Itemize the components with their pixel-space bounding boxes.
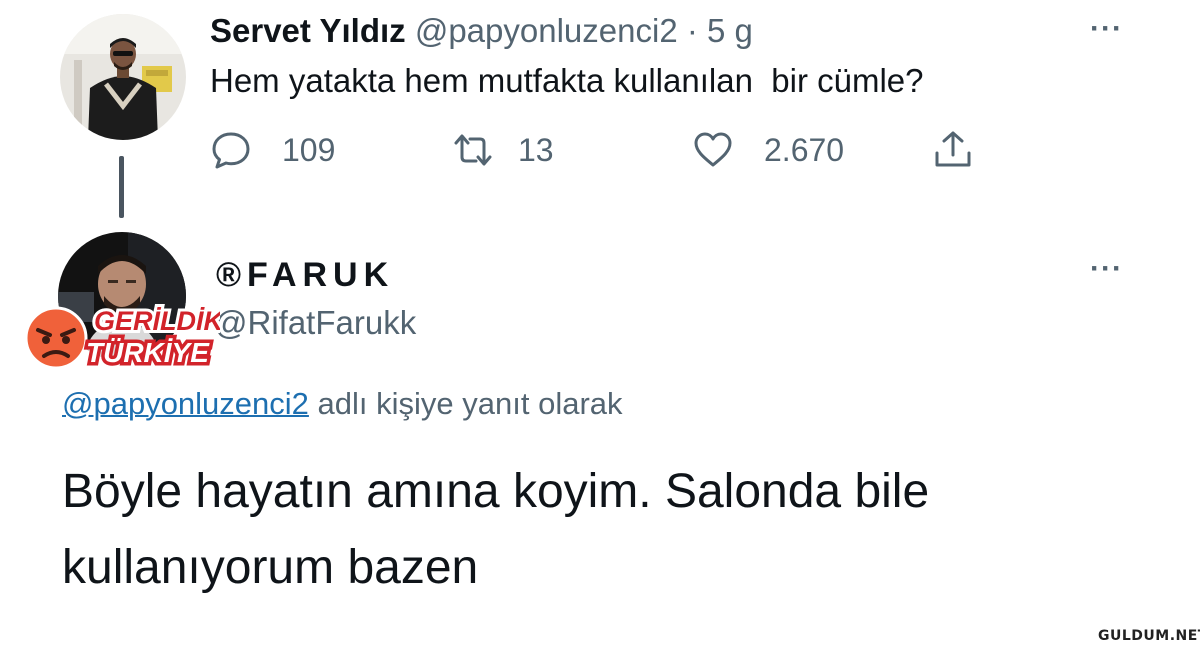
- thread-connector-line: [119, 156, 124, 218]
- speech-bubble-icon: [212, 132, 250, 169]
- heart-icon: [694, 132, 732, 167]
- sticker-line1: GERİLDİK: [94, 306, 220, 336]
- replying-to-suffix: adlı kişiye yanıt olarak: [308, 386, 623, 421]
- geril-dik-turkiye-sticker: GERİLDİK GERİLDİK TÜRKİYE: [20, 300, 229, 372]
- retweet-button[interactable]: 13: [452, 128, 554, 172]
- reply-count: 109: [282, 131, 336, 168]
- ellipsis-icon[interactable]: ···: [1090, 14, 1123, 44]
- site-watermark: GULDUM.NET: [1098, 628, 1200, 644]
- reply-author-name[interactable]: ®FARUK: [216, 256, 394, 295]
- replying-to-mention-link[interactable]: @papyonluzenci2: [62, 386, 309, 421]
- reply-text: Böyle hayatın amına koyim. Salonda bile …: [62, 465, 930, 594]
- sticker-line2: TÜRKİYE: [86, 337, 210, 368]
- tweet-author-name[interactable]: Servet Yıldız: [210, 12, 406, 49]
- header-separator: ·: [686, 12, 698, 49]
- tweet-timestamp[interactable]: 5 g: [707, 12, 753, 49]
- like-count: 2.670: [764, 131, 845, 168]
- reply-button[interactable]: 109: [210, 128, 335, 172]
- reply-ellipsis-icon[interactable]: ···: [1090, 254, 1123, 284]
- share-upload-icon: [935, 131, 971, 167]
- servet-avatar-image: [60, 14, 186, 140]
- angry-face-emoji-icon: [24, 306, 88, 370]
- replying-to-line: @papyonluzenci2 adlı kişiye yanıt olarak: [62, 386, 623, 422]
- tweet-author-handle[interactable]: @papyonluzenci2: [415, 12, 678, 49]
- servet-avatar[interactable]: [60, 14, 186, 140]
- retweet-arrows-icon: [454, 134, 492, 166]
- share-button[interactable]: [932, 128, 1004, 172]
- like-button[interactable]: 2.670: [692, 128, 844, 172]
- tweet-header: Servet Yıldız @papyonluzenci2 · 5 g: [210, 12, 753, 50]
- retweet-count: 13: [518, 131, 554, 168]
- tweet-text: Hem yatakta hem mutfakta kullanılan bir …: [210, 62, 924, 99]
- reply-author-handle[interactable]: @RifatFarukk: [214, 304, 416, 342]
